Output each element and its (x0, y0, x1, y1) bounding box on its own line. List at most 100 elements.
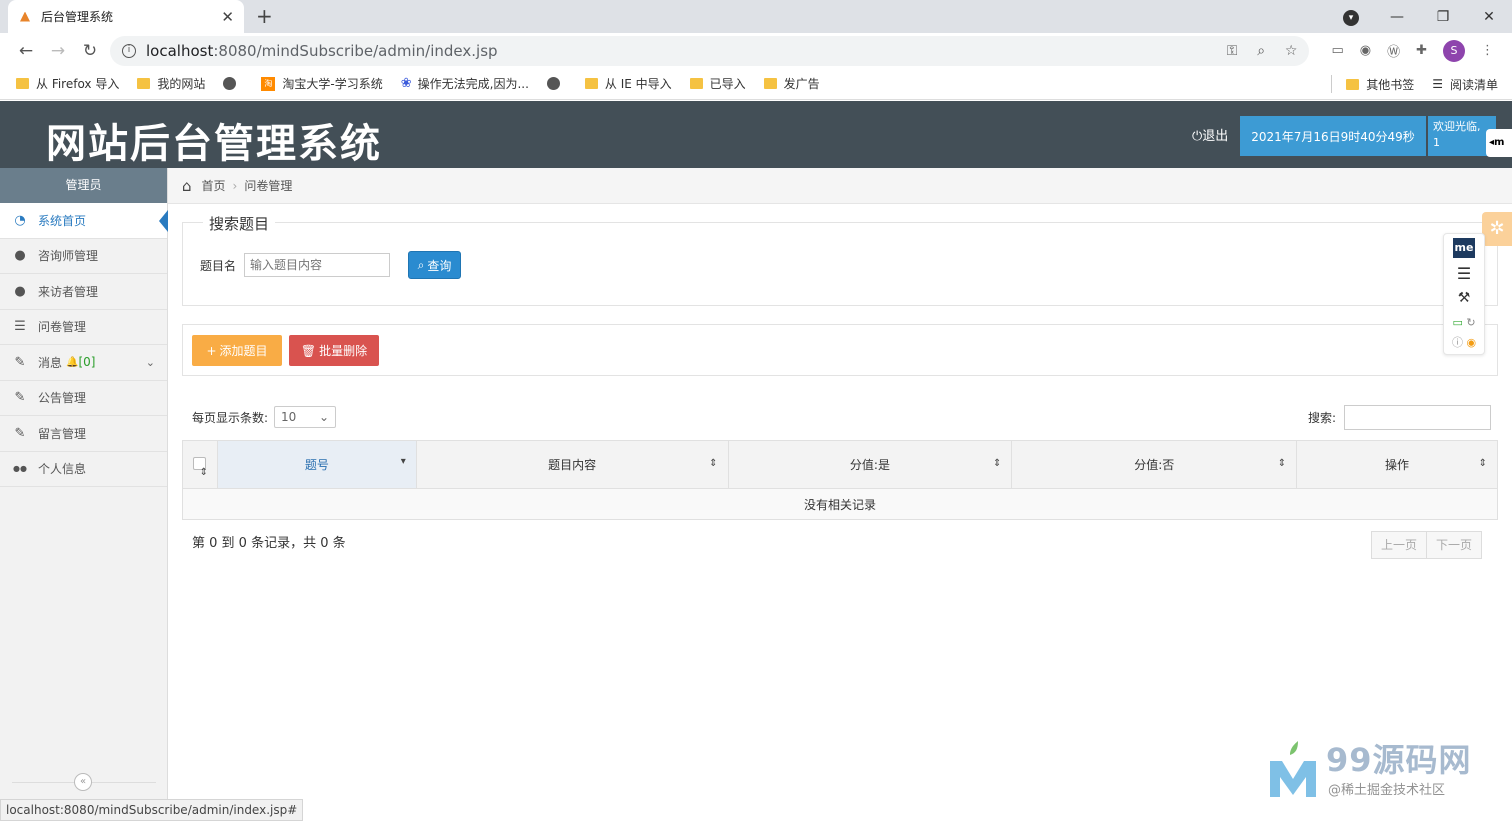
site-favicon-icon (18, 10, 32, 24)
sidebar-collapse-button[interactable]: « (74, 773, 92, 791)
floating-tool-panel: me ☰ ⚒ ▭ ↻ ⓘ ◉ (1443, 233, 1485, 355)
camera-icon[interactable]: ◉ (1360, 43, 1371, 58)
hamburger-menu-icon[interactable]: ☰ (1444, 264, 1484, 283)
bookmark-star-icon[interactable]: ☆ (1285, 43, 1298, 59)
select-all-header[interactable]: ⇕ (182, 440, 218, 489)
table-row: 没有相关记录 (182, 488, 1498, 520)
add-question-button[interactable]: + 添加题目 (192, 335, 282, 366)
reading-list-icon: ☰ (1432, 77, 1443, 91)
home-icon[interactable]: ⌂ (182, 177, 192, 195)
forward-icon[interactable]: → (42, 41, 74, 61)
browser-tab[interactable]: 后台管理系统 ✕ (8, 0, 244, 33)
bookmark-item[interactable]: 我的网站 (137, 75, 205, 92)
sort-desc-icon: ▾ (400, 456, 406, 467)
folder-icon (137, 78, 151, 89)
minimize-button[interactable]: — (1374, 9, 1420, 25)
pagination: 上一页 下一页 (1371, 531, 1483, 559)
batch-delete-button[interactable]: 🗑 批量删除 (289, 335, 379, 366)
watermark-logo-icon (1270, 741, 1316, 797)
prev-page-button[interactable]: 上一页 (1371, 531, 1428, 559)
reload-icon[interactable]: ↻ (74, 41, 106, 61)
profile-avatar[interactable]: S (1443, 39, 1465, 62)
folder-icon (763, 78, 777, 89)
app-title: 网站后台管理系统 (46, 120, 382, 167)
bookmark-item[interactable]: 从 IE 中导入 (584, 75, 672, 92)
cast-refresh-icon[interactable]: ▭ ↻ (1444, 316, 1484, 329)
question-name-label: 题目名 (200, 258, 237, 273)
bookmark-item[interactable] (223, 77, 243, 90)
col-header-score-no[interactable]: 分值:否 ⇕ (1011, 440, 1298, 489)
search-icon: ⌕ (417, 257, 425, 272)
folder-icon (1346, 78, 1360, 90)
col-header-number[interactable]: 题号 ▾ (216, 440, 417, 489)
query-button[interactable]: ⌕ 查询 (408, 251, 462, 279)
page-size-select[interactable]: 10 ⌄ (274, 406, 337, 428)
puzzle-icon[interactable]: ✚ (1416, 43, 1427, 58)
question-search-input[interactable] (244, 253, 391, 277)
url-field[interactable]: i localhost:8080/mindSubscribe/admin/ind… (110, 35, 1310, 66)
breadcrumb-home[interactable]: 首页 (202, 177, 226, 194)
sidebar-item[interactable]: ☰ 问卷管理 (0, 309, 167, 345)
user-icon: ● (14, 283, 26, 299)
menu-kebab-icon[interactable]: ⋮ (1481, 43, 1494, 58)
bookmark-item[interactable]: 已导入 (689, 75, 746, 92)
key-icon[interactable]: ⚿ (1227, 43, 1238, 59)
back-icon[interactable]: ← (10, 41, 42, 61)
users-icon: ●● (13, 464, 27, 474)
app-header: 网站后台管理系统 ⏻退出 2021年7月16日9时40分49秒 欢迎光临, 1 (0, 101, 1512, 168)
bell-icon: 🔔 (66, 356, 79, 368)
sidebar-item[interactable]: ◔ 系统首页 (0, 203, 168, 239)
bookmark-item[interactable]: 淘淘宝大学-学习系统 (261, 75, 383, 92)
bookmark-item[interactable]: ❀ 操作无法完成,因为... (401, 75, 529, 92)
sort-icon: ⇕ (992, 458, 1002, 469)
tab-search-icon[interactable]: ▾ (1328, 8, 1374, 26)
sidebar-item[interactable]: ● 咨询师管理 (0, 238, 167, 274)
sort-icon[interactable]: ⇕ (200, 467, 208, 478)
edit-icon: ✎ (14, 390, 26, 406)
col-header-score-yes[interactable]: 分值:是 ⇕ (727, 440, 1013, 489)
col-header-actions[interactable]: 操作 ⇕ (1296, 440, 1498, 489)
bookmark-item[interactable] (546, 77, 567, 90)
trash-icon: 🗑 (300, 343, 317, 358)
watermark-text: 99源码网 (1326, 741, 1472, 779)
w-extension-icon[interactable]: Ⓦ (1387, 41, 1400, 60)
close-window-button[interactable]: ✕ (1466, 9, 1512, 25)
table-search-input[interactable] (1344, 405, 1492, 430)
power-icon: ⏻ (1192, 129, 1203, 144)
me-extension-icon[interactable]: me (1453, 238, 1475, 258)
address-bar: ← → ↻ i localhost:8080/mindSubscribe/adm… (0, 33, 1512, 68)
sidebar-item[interactable]: ✎ 消息 🔔 [0] ⌄ (0, 345, 167, 381)
sort-icon: ⇕ (1478, 458, 1487, 469)
reading-list[interactable]: ☰ 阅读清单 (1432, 76, 1498, 93)
breadcrumb-current: 问卷管理 (244, 179, 293, 193)
logout-button[interactable]: ⏻退出 (1192, 125, 1228, 144)
plus-icon: + (206, 343, 217, 358)
settings-gear-icon[interactable]: ✲ (1482, 212, 1512, 246)
info-eye-icon[interactable]: ⓘ ◉ (1444, 334, 1484, 350)
sidebar-item[interactable]: ✎ 公告管理 (0, 380, 167, 416)
col-header-content[interactable]: 题目内容 ⇕ (415, 440, 729, 489)
zoom-icon[interactable]: ⌕ (1257, 43, 1265, 59)
status-bar-url: localhost:8080/mindSubscribe/admin/index… (0, 799, 304, 821)
bookmark-other[interactable]: 其他书签 (1346, 76, 1414, 93)
sidebar-item-label: 个人信息 (38, 462, 87, 477)
me-sidebar-toggle[interactable]: ◂m (1486, 129, 1512, 157)
bookmark-item[interactable]: 从 Firefox 导入 (16, 75, 119, 92)
bookmark-item[interactable]: 发广告 (763, 75, 820, 92)
folder-icon (16, 78, 29, 89)
next-page-button[interactable]: 下一页 (1427, 531, 1483, 559)
sidebar-item[interactable]: ✎ 留言管理 (0, 416, 167, 452)
sidebar-item-label: 问卷管理 (38, 320, 87, 335)
tab-close-icon[interactable]: ✕ (221, 8, 234, 26)
datetime-display: 2021年7月16日9时40分49秒 (1240, 116, 1426, 156)
user-icon: ● (14, 248, 26, 264)
site-info-icon[interactable]: i (122, 43, 136, 58)
questions-table: ⇕ 题号 ▾ 题目内容 ⇕ 分值:是 ⇕ 分值:否 ⇕ 操作 ⇕ 没有相关记录 (182, 440, 1498, 520)
magic-wand-icon[interactable]: ⚒ (1444, 290, 1484, 306)
maximize-button[interactable]: ❐ (1420, 9, 1466, 25)
sidebar-item[interactable]: ●● 个人信息 (0, 451, 167, 487)
cast-icon[interactable]: ▭ (1331, 43, 1343, 58)
sidebar-item[interactable]: ● 来访者管理 (0, 274, 167, 310)
new-tab-button[interactable]: + (256, 4, 273, 28)
taobao-icon: 淘 (261, 76, 276, 91)
